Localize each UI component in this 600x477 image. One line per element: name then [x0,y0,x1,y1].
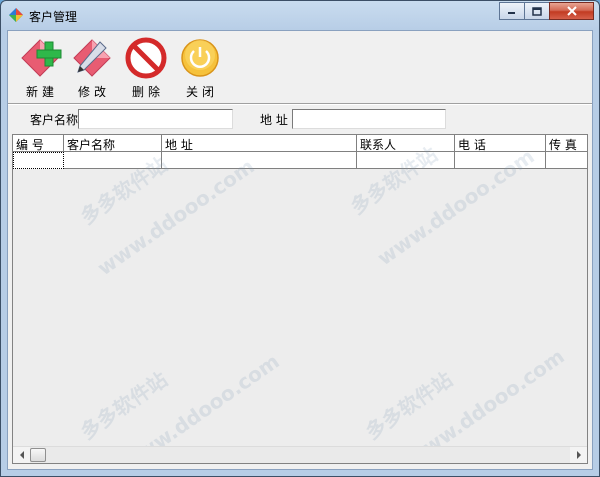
power-icon [181,39,219,77]
close-window-button[interactable] [549,2,594,20]
close-button-label: 关闭 [185,85,218,99]
new-button-label: 新建 [25,85,58,99]
column-header-phone[interactable]: 电 话 [455,135,546,152]
table-cell[interactable] [13,152,64,169]
minimize-icon [508,12,515,14]
column-header-address[interactable]: 地 址 [162,135,357,152]
table-cell[interactable] [162,152,357,169]
customer-name-label: 客户名称 [30,113,79,127]
app-icon [9,8,23,22]
search-bar: 客户名称 地 址 [8,106,592,130]
column-header-contact[interactable]: 联系人 [357,135,455,152]
customer-grid[interactable]: 编 号 客户名称 地 址 联系人 电 话 传 真 多多软件站 www.ddooo… [12,134,588,464]
watermark-url: www.ddooo.com [92,153,259,281]
minimize-button[interactable] [499,2,525,20]
table-cell[interactable] [455,152,546,169]
grid-header: 编 号 客户名称 地 址 联系人 电 话 传 真 [13,135,587,152]
column-header-fax[interactable]: 传 真 [546,135,587,152]
new-record-icon [21,39,62,77]
delete-prohibited-icon [125,37,167,79]
close-button[interactable]: 关闭 [172,36,228,102]
table-cell[interactable] [357,152,455,169]
maximize-button[interactable] [524,2,550,20]
address-input[interactable] [292,109,446,129]
caption-buttons [499,2,594,21]
client-area: 新建 修改 删除 关闭 客户名称 地 址 编 号 客户名称 地 址 联系人 电 … [7,30,593,470]
scroll-left-button[interactable] [13,447,30,463]
edit-button[interactable]: 修改 [64,36,120,102]
table-row[interactable] [13,152,587,169]
customer-name-input[interactable] [78,109,233,129]
edit-pencil-icon [73,39,111,77]
maximize-icon [532,6,542,16]
table-cell[interactable] [546,152,587,169]
app-window: 客户管理 新建 修改 删除 关闭 客户名称 地 址 编 号 客户名称 地 址 联… [0,0,600,477]
watermark-text: 多多软件站 [76,367,172,445]
window-title: 客户管理 [29,10,78,24]
table-cell[interactable] [64,152,162,169]
column-header-id[interactable]: 编 号 [13,135,64,152]
edit-button-label: 修改 [77,85,110,99]
title-bar[interactable]: 客户管理 [1,1,599,30]
address-label: 地 址 [260,113,288,127]
toolbar-separator [8,103,592,105]
horizontal-scrollbar[interactable] [13,446,587,463]
scroll-thumb[interactable] [30,448,46,462]
close-icon [566,6,577,16]
toolbar: 新建 修改 删除 关闭 [8,31,592,103]
watermark-text: 多多软件站 [361,367,457,445]
delete-button-label: 删除 [131,85,164,99]
column-header-customer-name[interactable]: 客户名称 [64,135,162,152]
delete-button[interactable]: 删除 [118,36,174,102]
scroll-right-button[interactable] [570,447,587,463]
arrow-right-icon [576,451,581,459]
new-button[interactable]: 新建 [12,36,68,102]
arrow-left-icon [19,451,24,459]
